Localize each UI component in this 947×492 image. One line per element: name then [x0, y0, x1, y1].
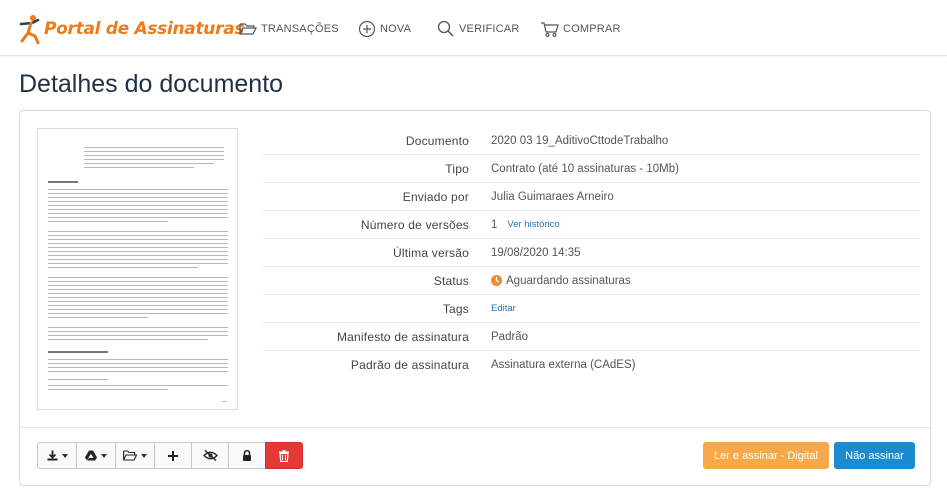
- versions-count: 1: [491, 218, 498, 231]
- document-panel: Documento 2020 03 19_AditivoCttodeTrabal…: [19, 110, 931, 486]
- nav-transacoes-label: TRANSAÇÕES: [261, 23, 339, 35]
- hide-button[interactable]: [191, 442, 229, 469]
- detail-row-ultima-versao: Última versão 19/08/2020 14:35: [262, 239, 920, 267]
- detail-label: Número de versões: [360, 217, 469, 232]
- folder-icon: [123, 450, 137, 461]
- chevron-down-icon: [61, 453, 68, 458]
- edit-tags-link[interactable]: Editar: [491, 303, 516, 314]
- detail-row-documento: Documento 2020 03 19_AditivoCttodeTrabal…: [262, 127, 920, 155]
- nav-transacoes[interactable]: TRANSAÇÕES: [239, 18, 339, 40]
- google-drive-button[interactable]: [76, 442, 116, 469]
- brand-name: Portal de Assinaturas: [44, 19, 245, 39]
- nav-comprar-label: COMPRAR: [563, 23, 621, 35]
- download-icon: [47, 450, 57, 461]
- nav-nova[interactable]: NOVA: [358, 18, 411, 40]
- eye-slash-icon: [202, 450, 218, 461]
- detail-row-versoes: Número de versões 1 Ver histórico: [262, 211, 920, 239]
- download-button[interactable]: [37, 442, 77, 469]
- nav-verificar[interactable]: VERIFICAR: [437, 18, 519, 40]
- document-thumbnail[interactable]: [37, 128, 238, 410]
- lock-button[interactable]: [228, 442, 266, 469]
- panel-divider: [20, 427, 930, 428]
- view-history-link[interactable]: Ver histórico: [507, 219, 559, 230]
- lock-icon: [243, 450, 251, 461]
- status-text: Aguardando assinaturas: [506, 274, 631, 287]
- detail-label: Enviado por: [402, 189, 469, 204]
- plus-icon: [168, 450, 178, 461]
- trash-icon: [279, 449, 289, 462]
- clock-icon: [491, 275, 502, 286]
- folder-button[interactable]: [115, 442, 155, 469]
- chevron-down-icon: [101, 453, 107, 458]
- document-type: Contrato (até 10 assinaturas - 10Mb): [491, 162, 679, 175]
- brand-logo[interactable]: Portal de Assinaturas: [18, 14, 244, 44]
- detail-label: Manifesto de assinatura: [336, 329, 469, 344]
- top-navbar: Portal de Assinaturas TRANSAÇÕES NOVA VE…: [0, 0, 947, 56]
- read-and-sign-button[interactable]: Ler e assinar - Digital: [703, 442, 829, 469]
- detail-label: Status: [433, 273, 469, 288]
- document-name: 2020 03 19_AditivoCttodeTrabalho: [491, 134, 669, 147]
- nav-comprar[interactable]: COMPRAR: [540, 18, 621, 40]
- versions-value: 1 Ver histórico: [491, 219, 560, 231]
- cart-icon: [541, 21, 559, 37]
- detail-label: Tipo: [445, 161, 469, 176]
- folder-open-icon: [239, 23, 257, 35]
- add-button[interactable]: [154, 442, 192, 469]
- signature-standard-value: Assinatura externa (CAdES): [491, 359, 636, 371]
- tags-value: Editar: [491, 303, 516, 314]
- detail-label: Padrão de assinatura: [350, 358, 469, 372]
- sender-name: Julia Guimaraes Arneiro: [491, 190, 614, 203]
- detail-row-status: Status Aguardando assinaturas: [262, 267, 920, 295]
- detail-label: Tags: [442, 301, 469, 316]
- detail-row-padrao: Padrão de assinatura Assinatura externa …: [262, 351, 920, 379]
- logo-figure-icon: [19, 15, 40, 44]
- detail-row-tipo: Tipo Contrato (até 10 assinaturas - 10Mb…: [262, 155, 920, 183]
- detail-row-manifesto: Manifesto de assinatura Padrão: [262, 323, 920, 351]
- detail-row-tags: Tags Editar: [262, 295, 920, 323]
- nav-nova-label: NOVA: [380, 23, 412, 35]
- detail-row-enviado-por: Enviado por Julia Guimaraes Arneiro: [262, 183, 920, 211]
- google-drive-icon: [85, 450, 97, 461]
- manifest-value: Padrão: [491, 330, 529, 343]
- plus-circle-icon: [358, 20, 376, 38]
- page-title: Detalhes do documento: [19, 70, 284, 98]
- document-toolbar: [37, 442, 303, 469]
- delete-button[interactable]: [265, 442, 303, 469]
- nav-verificar-label: VERIFICAR: [459, 23, 520, 35]
- do-not-sign-button[interactable]: Não assinar: [834, 442, 915, 469]
- document-details: Documento 2020 03 19_AditivoCttodeTrabal…: [262, 127, 920, 379]
- detail-label: Documento: [405, 133, 469, 148]
- detail-label: Última versão: [393, 245, 469, 260]
- chevron-down-icon: [141, 453, 147, 458]
- status-badge: Aguardando assinaturas: [491, 275, 631, 287]
- last-version-date: 19/08/2020 14:35: [491, 246, 581, 259]
- search-icon: [437, 20, 454, 37]
